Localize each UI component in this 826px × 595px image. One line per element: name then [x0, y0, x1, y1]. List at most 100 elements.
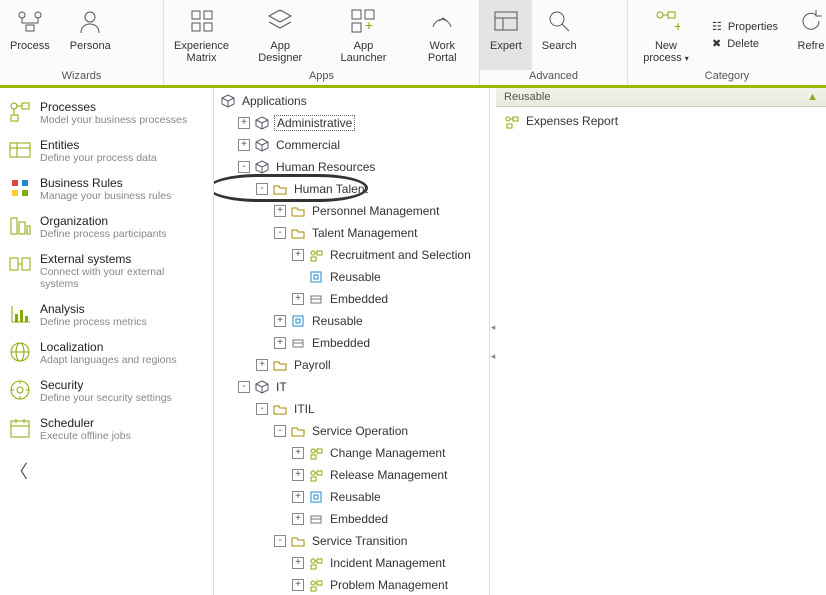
tree-node[interactable]: +Release Management: [214, 464, 489, 486]
expander[interactable]: +: [292, 469, 304, 481]
expander[interactable]: +: [292, 513, 304, 525]
sidebar-item-localization[interactable]: LocalizationAdapt languages and regions: [4, 334, 209, 372]
business-rules-icon: [8, 176, 32, 200]
search-icon: [544, 6, 574, 36]
processes-icon: [8, 100, 32, 124]
expander[interactable]: -: [274, 227, 286, 239]
svg-text:+: +: [674, 18, 680, 34]
sidebar-item-scheduler[interactable]: SchedulerExecute offline jobs: [4, 410, 209, 448]
tree-node[interactable]: -Human Talent: [214, 178, 489, 200]
localization-icon: [8, 340, 32, 364]
tree-node[interactable]: -IT: [214, 376, 489, 398]
expander[interactable]: +: [238, 139, 250, 151]
refresh-icon: [796, 6, 826, 36]
expander[interactable]: -: [274, 535, 286, 547]
expander[interactable]: +: [292, 293, 304, 305]
tree-node[interactable]: +Incident Management: [214, 552, 489, 574]
ribbon-work-portal[interactable]: Work Portal: [405, 0, 479, 70]
ribbon-app-designer[interactable]: App Designer: [239, 0, 321, 70]
ribbon-experience-matrix[interactable]: Experience Matrix: [164, 0, 239, 70]
sidebar-item-analysis[interactable]: AnalysisDefine process metrics: [4, 296, 209, 334]
ribbon-persona[interactable]: Persona: [60, 0, 121, 70]
expander[interactable]: +: [292, 249, 304, 261]
ribbon-expert[interactable]: Expert: [480, 0, 532, 70]
app-designer-icon: [265, 6, 295, 36]
tree-node[interactable]: +Administrative: [214, 112, 489, 134]
expander[interactable]: +: [274, 205, 286, 217]
ribbon-new-process[interactable]: + New process ▾: [628, 0, 704, 70]
cube-icon: [254, 115, 270, 131]
sidebar-item-security[interactable]: SecurityDefine your security settings: [4, 372, 209, 410]
embed-icon: [290, 335, 306, 351]
tree-node[interactable]: Reusable: [214, 266, 489, 288]
ribbon-app-launcher[interactable]: + App Launcher: [321, 0, 405, 70]
tree-node[interactable]: -Human Resources: [214, 156, 489, 178]
persona-icon: [75, 6, 105, 36]
delete-icon: ✖: [712, 37, 721, 50]
expander[interactable]: +: [292, 579, 304, 591]
properties-icon: ☷: [712, 20, 722, 33]
right-header[interactable]: Reusable ▲: [496, 88, 826, 107]
tree-node[interactable]: -Talent Management: [214, 222, 489, 244]
right-item-expenses-report[interactable]: Expenses Report: [504, 111, 818, 131]
proc-icon: [308, 247, 324, 263]
tree-node[interactable]: +Payroll: [214, 354, 489, 376]
expander[interactable]: -: [238, 381, 250, 393]
expander[interactable]: -: [238, 161, 250, 173]
new-process-icon: +: [651, 6, 681, 36]
security-icon: [8, 378, 32, 402]
tree-node[interactable]: +Recruitment and Selection: [214, 244, 489, 266]
cube-icon: [254, 137, 270, 153]
ribbon-refresh[interactable]: Refre: [786, 0, 826, 70]
tree-node[interactable]: +Reusable: [214, 310, 489, 332]
tree-node[interactable]: +Reusable: [214, 486, 489, 508]
proc-icon: [308, 445, 324, 461]
expander[interactable]: +: [238, 117, 250, 129]
tree-node[interactable]: +Embedded: [214, 288, 489, 310]
sidebar-item-processes[interactable]: ProcessesModel your business processes: [4, 94, 209, 132]
tree-node[interactable]: +Embedded: [214, 332, 489, 354]
sidebar-item-entities[interactable]: EntitiesDefine your process data: [4, 132, 209, 170]
ribbon-search[interactable]: Search: [532, 0, 587, 70]
expander[interactable]: +: [256, 359, 268, 371]
sidebar-item-business-rules[interactable]: Business RulesManage your business rules: [4, 170, 209, 208]
tree-node[interactable]: +Embedded: [214, 508, 489, 530]
tree-node[interactable]: +Commercial: [214, 134, 489, 156]
tree-node[interactable]: +Problem Management: [214, 574, 489, 595]
ribbon-delete[interactable]: ✖Delete: [712, 37, 778, 50]
tree-node[interactable]: -Service Transition: [214, 530, 489, 552]
sidebar-item-external-systems[interactable]: External systemsConnect with your extern…: [4, 246, 209, 296]
process-icon: [504, 113, 520, 129]
cube-icon: [254, 159, 270, 175]
entities-icon: [8, 138, 32, 162]
folder-icon: [290, 533, 306, 549]
sidebar-item-organization[interactable]: OrganizationDefine process participants: [4, 208, 209, 246]
tree-root[interactable]: Applications: [214, 90, 489, 112]
reuse-icon: [290, 313, 306, 329]
organization-icon: [8, 214, 32, 238]
back-button[interactable]: 〈: [4, 448, 209, 494]
expander[interactable]: -: [274, 425, 286, 437]
expander[interactable]: +: [292, 557, 304, 569]
matrix-icon: [187, 6, 217, 36]
ribbon-process[interactable]: Process: [0, 0, 60, 70]
tree-node[interactable]: -Service Operation: [214, 420, 489, 442]
reuse-icon: [308, 269, 324, 285]
sort-arrow-icon: ▲: [807, 91, 818, 103]
expander[interactable]: -: [256, 403, 268, 415]
expander[interactable]: +: [292, 447, 304, 459]
work-portal-icon: [427, 6, 457, 36]
expander[interactable]: -: [256, 183, 268, 195]
ribbon-properties[interactable]: ☷Properties: [712, 20, 778, 33]
expander[interactable]: +: [274, 337, 286, 349]
expander[interactable]: +: [292, 491, 304, 503]
folder-icon: [272, 181, 288, 197]
tree-node[interactable]: +Change Management: [214, 442, 489, 464]
expert-icon: [491, 6, 521, 36]
svg-text:+: +: [365, 17, 373, 33]
tree-pane: Applications+Administrative+Commercial-H…: [214, 88, 490, 595]
expander[interactable]: +: [274, 315, 286, 327]
tree-node[interactable]: -ITIL: [214, 398, 489, 420]
external-systems-icon: [8, 252, 32, 276]
tree-node[interactable]: +Personnel Management: [214, 200, 489, 222]
